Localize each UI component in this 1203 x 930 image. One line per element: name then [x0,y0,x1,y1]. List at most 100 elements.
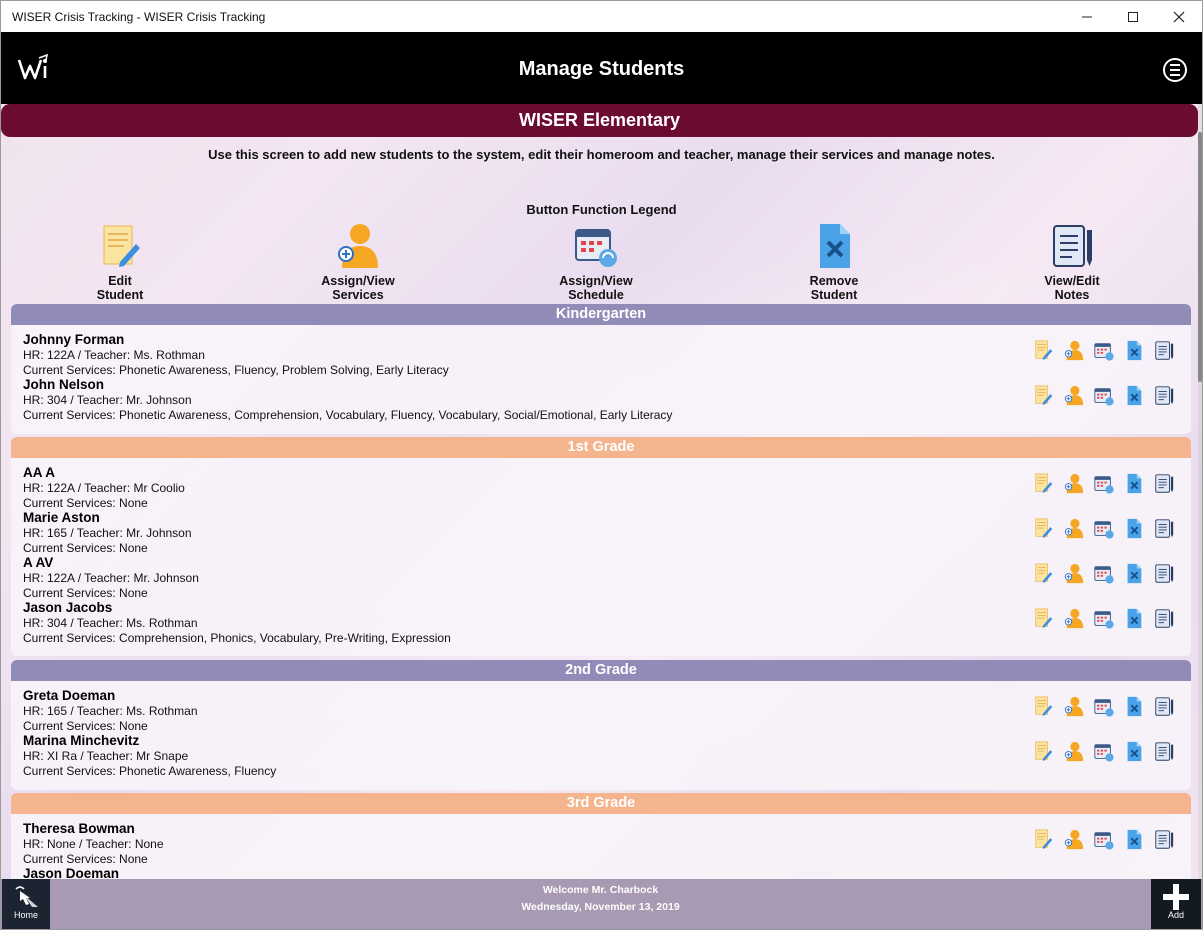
minimize-button[interactable] [1064,1,1110,32]
grade-header: 3rd Grade [11,793,1191,814]
view-notes-button[interactable] [1153,385,1175,407]
home-button[interactable]: Home [2,879,50,929]
footer-info: Welcome Mr. Charbock Wednesday, November… [51,879,1150,929]
assign-services-icon [1064,518,1084,539]
assign-schedule-button[interactable] [1093,829,1115,851]
main-content[interactable]: WISER Elementary Use this screen to add … [1,104,1202,879]
student-actions [1033,518,1175,540]
student-services: Current Services: None [23,495,148,510]
assign-services-button[interactable] [1063,340,1085,362]
student-homeroom: HR: XI Ra / Teacher: Mr Snape [23,749,189,763]
view-notes-button[interactable] [1153,563,1175,585]
assign-schedule-button[interactable] [1093,741,1115,763]
assign-services-icon [1064,829,1084,850]
student-services: Current Services: Phonetic Awareness, Fl… [23,763,277,778]
view-notes-button[interactable] [1153,608,1175,630]
assign-services-button[interactable] [1063,385,1085,407]
student-actions [1033,473,1175,495]
edit-student-button[interactable] [1033,340,1055,362]
assign-services-button[interactable] [1063,473,1085,495]
edit-student-button[interactable] [1033,473,1055,495]
add-button[interactable]: Add [1151,879,1201,929]
assign-schedule-button[interactable] [1093,473,1115,495]
assign-schedule-button[interactable] [1093,563,1115,585]
remove-student-icon [1127,696,1142,717]
student-name: Marina Minchevitz [23,733,140,748]
notes-icon [1155,564,1174,583]
assign-services-button[interactable] [1063,696,1085,718]
assign-services-button[interactable] [1063,518,1085,540]
student-services: Current Services: Phonetic Awareness, Co… [23,407,673,422]
edit-student-button[interactable] [1033,696,1055,718]
view-notes-button[interactable] [1153,696,1175,718]
edit-student-icon [1035,473,1053,493]
student-services: Current Services: None [23,851,148,866]
remove-student-button[interactable] [1123,741,1145,763]
assign-schedule-button[interactable] [1093,696,1115,718]
edit-student-button[interactable] [1033,385,1055,407]
assign-schedule-button[interactable] [1093,340,1115,362]
student-list: Johnny Forman HR: 122A / Teacher: Ms. Ro… [11,325,1191,422]
schedule-icon [1094,521,1114,539]
notes-icon [1155,830,1174,849]
assign-services-button[interactable] [1063,608,1085,630]
close-button[interactable] [1156,1,1202,32]
view-notes-button[interactable] [1153,473,1175,495]
view-notes-button[interactable] [1153,829,1175,851]
assign-services-icon [1064,473,1084,494]
remove-student-icon [1127,518,1142,539]
maximize-button[interactable] [1110,1,1156,32]
student-services: Current Services: None [23,585,148,600]
window-titlebar: WISER Crisis Tracking - WISER Crisis Tra… [1,1,1202,32]
student-actions [1033,608,1175,630]
student-row: AA A HR: 122A / Teacher: Mr Coolio Curre… [23,465,1179,510]
assign-schedule-button[interactable] [1093,385,1115,407]
edit-student-button[interactable] [1033,829,1055,851]
edit-student-button[interactable] [1033,741,1055,763]
student-name: John Nelson [23,377,105,392]
remove-student-button[interactable] [1123,518,1145,540]
student-name: Greta Doeman [23,688,116,703]
view-notes-button[interactable] [1153,518,1175,540]
student-list: Theresa Bowman HR: None / Teacher: None … [11,814,1191,879]
edit-student-button[interactable] [1033,563,1055,585]
scrollbar-thumb[interactable] [1198,132,1202,382]
legend-label-line1: View/Edit [1044,274,1100,288]
app-header: Manage Students [1,32,1202,104]
remove-student-button[interactable] [1123,385,1145,407]
remove-student-button[interactable] [1123,473,1145,495]
student-homeroom: HR: 122A / Teacher: Ms. Rothman [23,348,205,362]
student-list: AA A HR: 122A / Teacher: Mr Coolio Curre… [11,458,1191,645]
add-label: Add [1167,910,1184,920]
remove-student-button[interactable] [1123,563,1145,585]
edit-student-button[interactable] [1033,518,1055,540]
schedule-icon [1094,476,1114,494]
menu-icon-bar [1170,69,1180,71]
school-banner: WISER Elementary [1,104,1198,137]
assign-services-button[interactable] [1063,563,1085,585]
remove-student-button[interactable] [1123,608,1145,630]
student-row: A AV HR: 122A / Teacher: Mr. Johnson Cur… [23,555,1179,600]
assign-schedule-button[interactable] [1093,608,1115,630]
remove-student-button[interactable] [1123,696,1145,718]
assign-schedule-button[interactable] [1093,518,1115,540]
assign-services-button[interactable] [1063,829,1085,851]
remove-student-button[interactable] [1123,340,1145,362]
menu-button[interactable] [1163,58,1187,82]
student-name: AA A [23,465,55,480]
view-notes-button[interactable] [1153,741,1175,763]
view-notes-button[interactable] [1153,340,1175,362]
edit-student-button[interactable] [1033,608,1055,630]
assign-services-icon [338,224,378,268]
menu-icon-bar [1170,64,1180,66]
assign-services-icon [1064,340,1084,361]
assign-services-button[interactable] [1063,741,1085,763]
schedule-icon [1094,566,1114,584]
student-services: Current Services: None [23,718,148,733]
notes-icon [1155,697,1174,716]
window-title: WISER Crisis Tracking - WISER Crisis Tra… [12,9,266,24]
grade-header: 1st Grade [11,437,1191,458]
remove-student-button[interactable] [1123,829,1145,851]
edit-student-icon [1035,608,1053,628]
student-homeroom: HR: 304 / Teacher: Mr. Johnson [23,393,192,407]
